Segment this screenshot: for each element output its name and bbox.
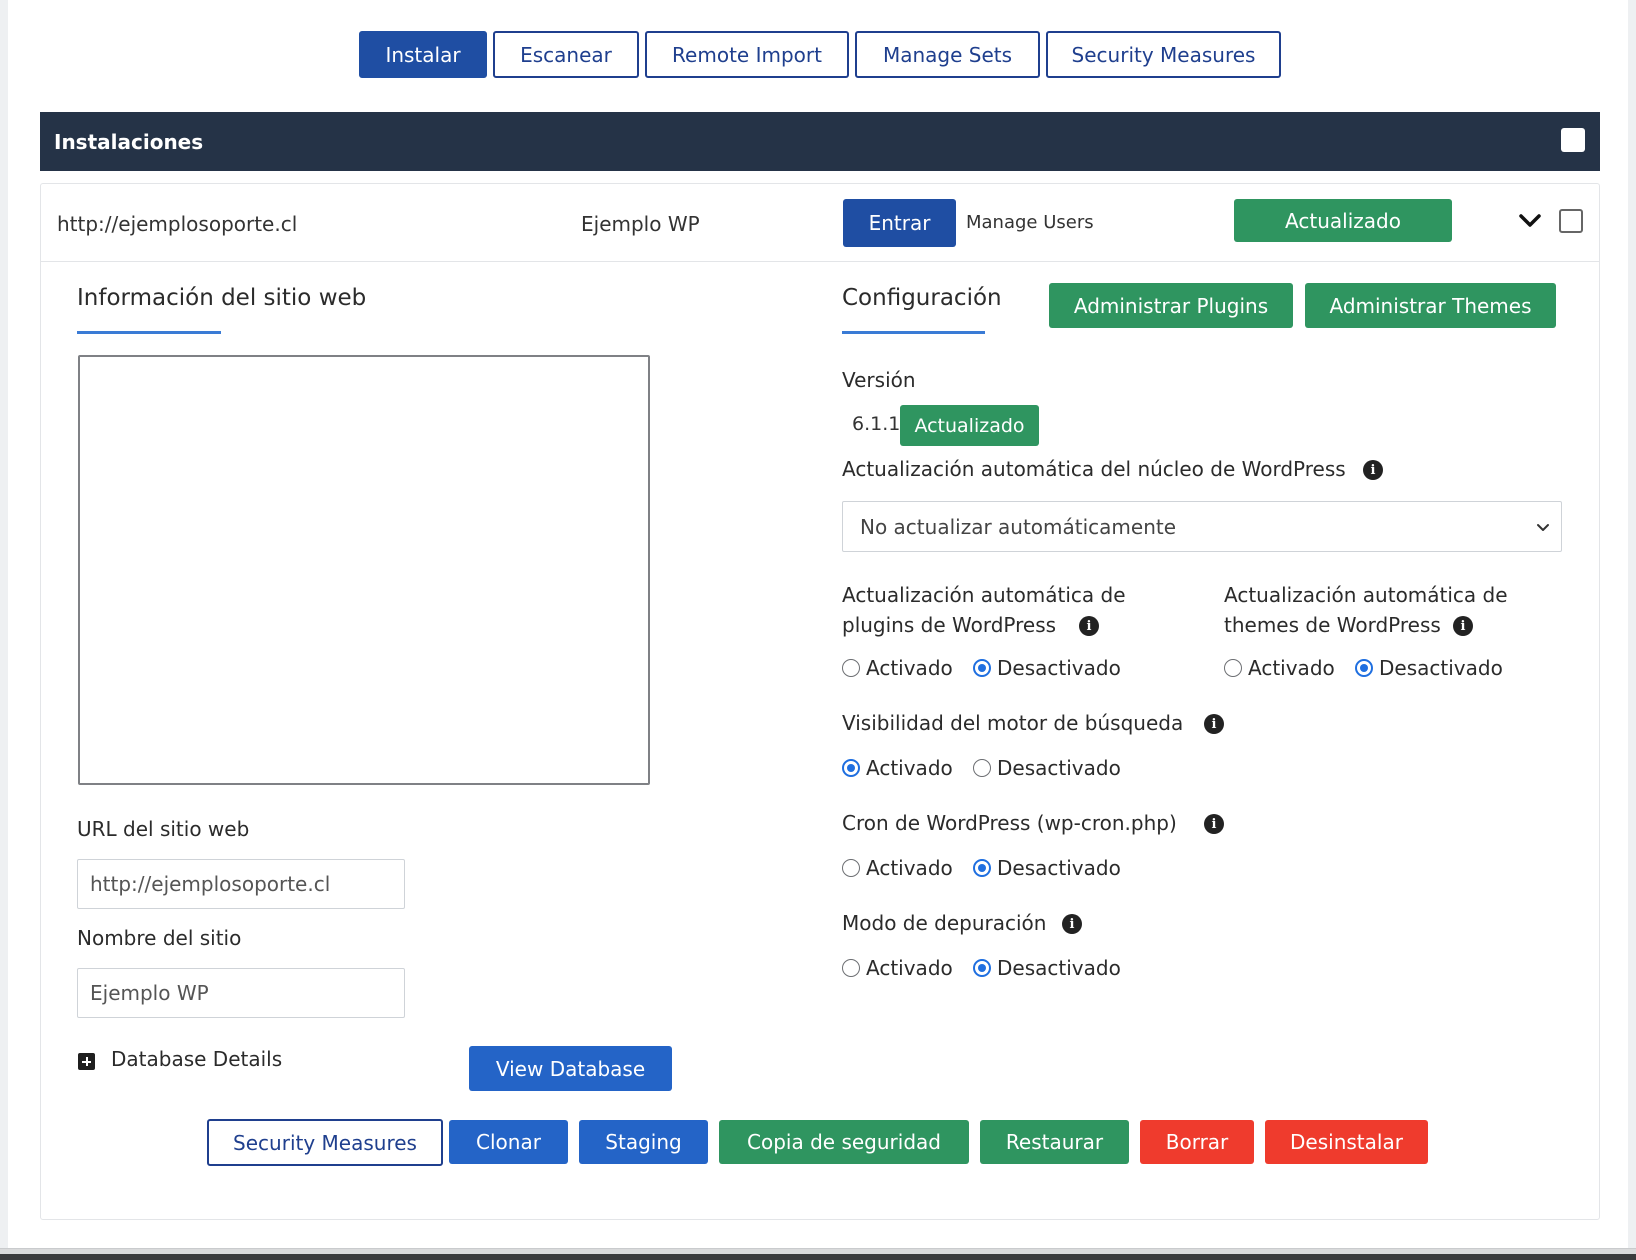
row-checkbox[interactable] bbox=[1559, 209, 1583, 233]
search-visibility-label: Visibilidad del motor de búsqueda bbox=[842, 711, 1184, 735]
radio-off-icon bbox=[842, 959, 860, 977]
radio-label: Desactivado bbox=[997, 956, 1121, 980]
select-all-checkbox[interactable] bbox=[1561, 128, 1585, 152]
site-info-title: Información del sitio web bbox=[77, 285, 367, 311]
plus-square-icon[interactable] bbox=[78, 1053, 95, 1070]
view-database-button[interactable]: View Database bbox=[469, 1046, 672, 1091]
tab-escanear[interactable]: Escanear bbox=[493, 31, 639, 78]
site-info-underline bbox=[77, 331, 221, 334]
delete-button[interactable]: Borrar bbox=[1140, 1120, 1254, 1164]
themes-update-label-line1: Actualización automática de bbox=[1224, 583, 1508, 607]
header-title: Instalaciones bbox=[54, 129, 204, 154]
plugins-update-off-radio[interactable]: Desactivado bbox=[973, 656, 1121, 680]
version-status-button[interactable]: Actualizado bbox=[900, 405, 1039, 446]
plugins-update-label-line2: plugins de WordPress bbox=[842, 613, 1057, 637]
radio-off-icon bbox=[1224, 659, 1242, 677]
top-tabs: Instalar Escanear Remote Import Manage S… bbox=[359, 31, 1281, 78]
radio-label: Desactivado bbox=[997, 756, 1121, 780]
radio-off-icon bbox=[842, 659, 860, 677]
core-update-selected: No actualizar automáticamente bbox=[860, 514, 1177, 539]
radio-label: Activado bbox=[866, 956, 953, 980]
debug-label: Modo de depuración bbox=[842, 911, 1047, 935]
security-measures-button[interactable]: Security Measures bbox=[207, 1119, 443, 1166]
themes-update-label-line2: themes de WordPress bbox=[1224, 613, 1441, 637]
plugins-update-label-line1: Actualización automática de bbox=[842, 583, 1126, 607]
url-label: URL del sitio web bbox=[77, 817, 250, 841]
installation-url[interactable]: http://ejemplosoporte.cl bbox=[57, 212, 297, 236]
info-icon[interactable]: i bbox=[1062, 914, 1082, 934]
installation-row: http://ejemplosoporte.cl Ejemplo WP Entr… bbox=[41, 184, 1599, 262]
site-name-label: Nombre del sitio bbox=[77, 926, 242, 950]
themes-update-on-radio[interactable]: Activado bbox=[1224, 656, 1335, 680]
site-name-field[interactable]: Ejemplo WP bbox=[77, 968, 405, 1018]
chevron-down-icon[interactable] bbox=[1516, 206, 1544, 234]
radio-on-icon bbox=[973, 959, 991, 977]
plugins-update-on-radio[interactable]: Activado bbox=[842, 656, 953, 680]
manage-users-link[interactable]: Manage Users bbox=[966, 212, 1094, 233]
search-visibility-off-radio[interactable]: Desactivado bbox=[973, 756, 1121, 780]
core-update-label: Actualización automática del núcleo de W… bbox=[842, 457, 1346, 481]
radio-on-icon bbox=[1355, 659, 1373, 677]
info-icon[interactable]: i bbox=[1363, 460, 1383, 480]
update-status-button[interactable]: Actualizado bbox=[1234, 199, 1452, 242]
radio-label: Desactivado bbox=[997, 856, 1121, 880]
info-icon[interactable]: i bbox=[1453, 616, 1473, 636]
installations-header: Instalaciones bbox=[40, 112, 1600, 171]
config-title: Configuración bbox=[842, 285, 1002, 311]
themes-update-off-radio[interactable]: Desactivado bbox=[1355, 656, 1503, 680]
window-frame-right bbox=[1628, 0, 1636, 1260]
site-preview bbox=[78, 355, 650, 785]
info-icon[interactable]: i bbox=[1204, 714, 1224, 734]
config-underline bbox=[842, 331, 985, 334]
debug-off-radio[interactable]: Desactivado bbox=[973, 956, 1121, 980]
radio-on-icon bbox=[842, 759, 860, 777]
info-icon[interactable]: i bbox=[1079, 616, 1099, 636]
radio-label: Desactivado bbox=[997, 656, 1121, 680]
restore-button[interactable]: Restaurar bbox=[980, 1120, 1129, 1164]
radio-on-icon bbox=[973, 859, 991, 877]
backup-button[interactable]: Copia de seguridad bbox=[719, 1120, 969, 1164]
core-update-select[interactable]: No actualizar automáticamente bbox=[842, 501, 1562, 552]
manage-themes-button[interactable]: Administrar Themes bbox=[1305, 283, 1556, 328]
debug-on-radio[interactable]: Activado bbox=[842, 956, 953, 980]
radio-label: Activado bbox=[1248, 656, 1335, 680]
radio-label: Activado bbox=[866, 856, 953, 880]
cron-on-radio[interactable]: Activado bbox=[842, 856, 953, 880]
database-details-toggle[interactable]: Database Details bbox=[111, 1047, 282, 1071]
tab-remote-import[interactable]: Remote Import bbox=[645, 31, 849, 78]
radio-label: Activado bbox=[866, 656, 953, 680]
cron-label: Cron de WordPress (wp-cron.php) bbox=[842, 811, 1177, 835]
installation-name: Ejemplo WP bbox=[581, 212, 700, 236]
site-url-field[interactable]: http://ejemplosoporte.cl bbox=[77, 859, 405, 909]
enter-button[interactable]: Entrar bbox=[843, 199, 956, 247]
cron-off-radio[interactable]: Desactivado bbox=[973, 856, 1121, 880]
tab-instalar[interactable]: Instalar bbox=[359, 31, 487, 78]
version-value: 6.1.1 bbox=[852, 413, 901, 435]
window-frame-bottom-strip bbox=[0, 1254, 1636, 1260]
version-label: Versión bbox=[842, 368, 916, 392]
search-visibility-on-radio[interactable]: Activado bbox=[842, 756, 953, 780]
radio-on-icon bbox=[973, 659, 991, 677]
radio-label: Desactivado bbox=[1379, 656, 1503, 680]
radio-off-icon bbox=[842, 859, 860, 877]
tab-manage-sets[interactable]: Manage Sets bbox=[855, 31, 1040, 78]
tab-security-measures[interactable]: Security Measures bbox=[1046, 31, 1281, 78]
uninstall-button[interactable]: Desinstalar bbox=[1265, 1120, 1428, 1164]
installation-card: http://ejemplosoporte.cl Ejemplo WP Entr… bbox=[40, 183, 1600, 1220]
radio-off-icon bbox=[973, 759, 991, 777]
staging-button[interactable]: Staging bbox=[579, 1120, 708, 1164]
info-icon[interactable]: i bbox=[1204, 814, 1224, 834]
radio-label: Activado bbox=[866, 756, 953, 780]
clone-button[interactable]: Clonar bbox=[449, 1120, 568, 1164]
manage-plugins-button[interactable]: Administrar Plugins bbox=[1049, 283, 1293, 328]
window-frame-left bbox=[0, 0, 8, 1260]
select-arrow-icon bbox=[1537, 524, 1549, 531]
